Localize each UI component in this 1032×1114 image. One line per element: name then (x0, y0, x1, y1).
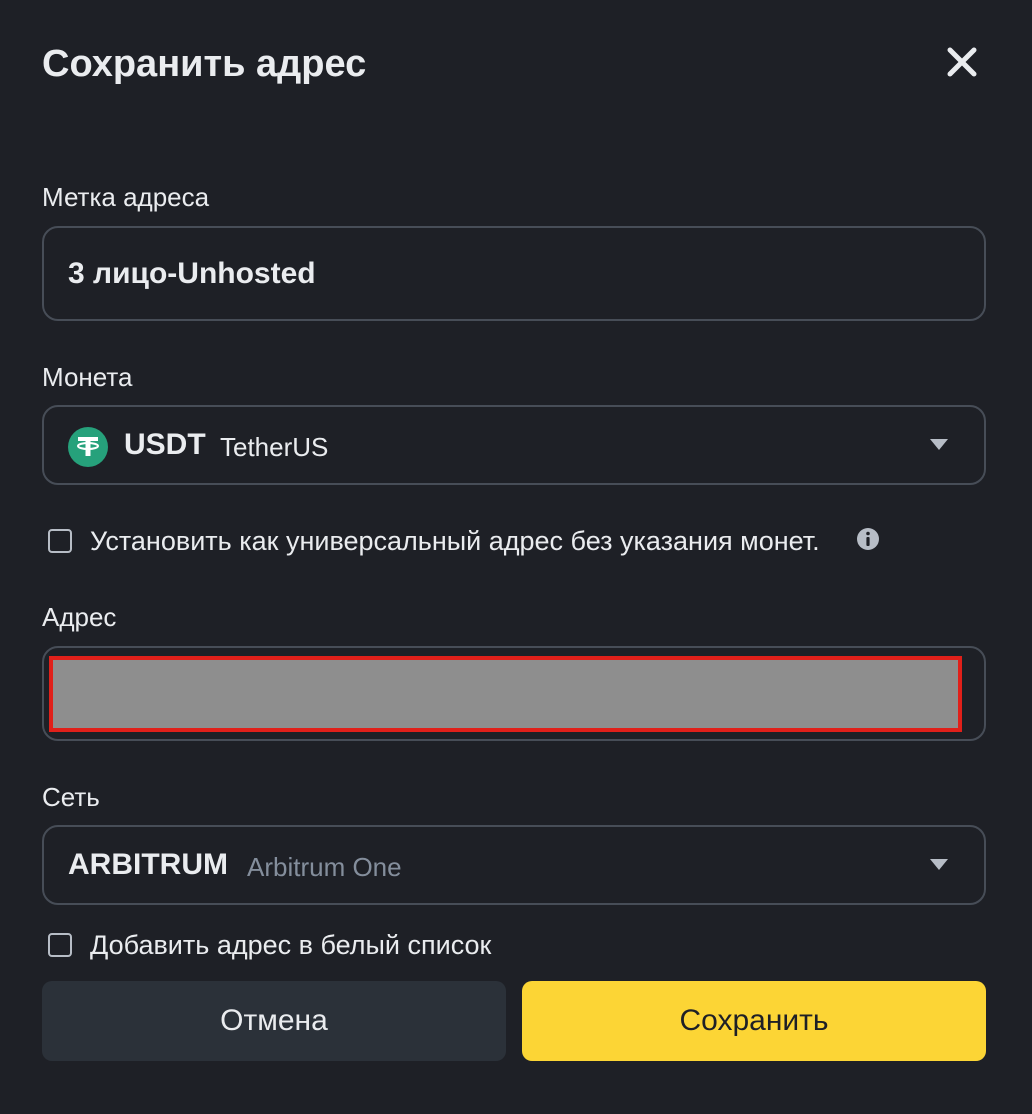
close-icon[interactable] (940, 40, 984, 84)
coin-symbol: USDT (124, 428, 206, 461)
universal-address-checkbox[interactable] (48, 529, 72, 553)
network-select[interactable]: ARBITRUM Arbitrum One (42, 825, 986, 905)
dialog-title: Сохранить адрес (42, 43, 367, 85)
network-name: Arbitrum One (247, 852, 402, 882)
universal-address-option[interactable]: Установить как универсальный адрес без у… (48, 523, 888, 559)
address-field-label: Адрес (42, 602, 117, 632)
address-label-field[interactable] (42, 226, 986, 321)
address-label-input[interactable] (68, 228, 948, 319)
tether-icon (68, 427, 108, 467)
chevron-down-icon (930, 439, 948, 450)
universal-address-label: Установить как универсальный адрес без у… (90, 526, 820, 556)
info-icon[interactable] (856, 527, 880, 551)
coin-select[interactable]: USDT TetherUS (42, 405, 986, 485)
whitelist-label: Добавить адрес в белый список (90, 930, 492, 960)
redacted-address (49, 656, 962, 732)
network-code: ARBITRUM (68, 848, 228, 881)
coin-name: TetherUS (220, 432, 329, 462)
address-field[interactable] (42, 646, 986, 741)
save-button[interactable]: Сохранить (522, 981, 986, 1061)
whitelist-option[interactable]: Добавить адрес в белый список (48, 927, 528, 963)
whitelist-checkbox[interactable] (48, 933, 72, 957)
network-field-label: Сеть (42, 782, 100, 812)
cancel-button[interactable]: Отмена (42, 981, 506, 1061)
save-address-dialog: Сохранить адрес Метка адреса Монета USDT… (0, 0, 1032, 1114)
coin-field-label: Монета (42, 362, 133, 392)
address-label-field-label: Метка адреса (42, 182, 210, 212)
chevron-down-icon (930, 859, 948, 870)
